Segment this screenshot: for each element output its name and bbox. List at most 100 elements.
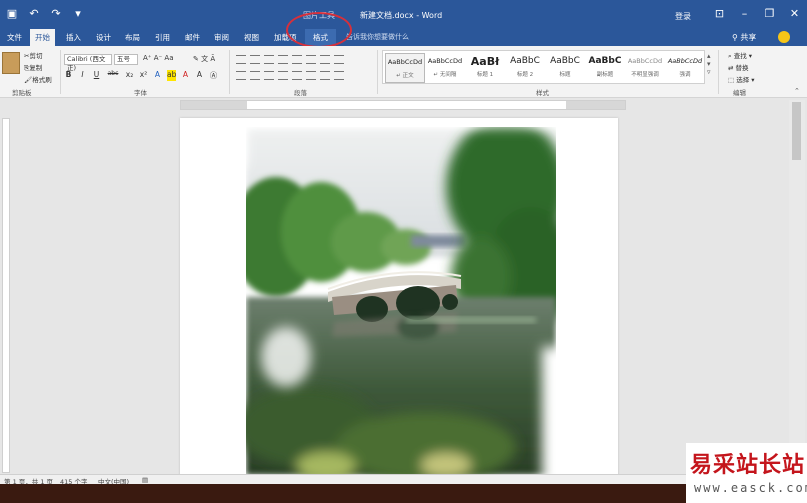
font-color-icon[interactable]: A xyxy=(181,70,190,81)
macro-icon[interactable]: ▤ xyxy=(142,476,148,484)
select-icon: ⬚ xyxy=(728,76,735,84)
decrease-indent-icon[interactable] xyxy=(278,55,288,64)
ruler-margin-left xyxy=(181,101,247,109)
tab-design[interactable]: 设计 xyxy=(91,29,116,46)
group-divider xyxy=(229,50,230,94)
restore-icon[interactable]: ❐ xyxy=(757,4,782,24)
text-effects-icon[interactable]: A xyxy=(153,70,162,81)
bullets-icon[interactable] xyxy=(236,55,246,64)
feedback-smiley-icon[interactable] xyxy=(778,31,790,43)
share-label: 共享 xyxy=(740,33,757,42)
paste-icon[interactable] xyxy=(2,52,20,74)
font-size-select[interactable]: 五号 xyxy=(114,54,138,65)
style-name: 标题 xyxy=(559,72,571,78)
ribbon-display-icon[interactable]: ⊡ xyxy=(707,4,732,24)
vertical-ruler[interactable] xyxy=(2,118,10,473)
cut-button[interactable]: ✂剪切 xyxy=(24,50,42,60)
numbering-icon[interactable] xyxy=(250,55,260,64)
select-button[interactable]: ⬚ 选择 ▾ xyxy=(728,74,755,84)
style-title[interactable]: AaBbC 标题 xyxy=(545,53,585,83)
subscript-button[interactable]: x₂ xyxy=(125,70,134,81)
align-right-icon[interactable] xyxy=(264,71,274,80)
scrollbar-thumb[interactable] xyxy=(792,102,801,160)
style-sample: AaBbC xyxy=(550,56,580,66)
style-sample: AaBbCcDd xyxy=(427,57,463,65)
minimize-icon[interactable]: – xyxy=(732,4,757,24)
align-buttons xyxy=(236,71,344,80)
login-link[interactable]: 登录 xyxy=(675,11,691,22)
vertical-scrollbar[interactable] xyxy=(789,100,805,473)
style-normal[interactable]: AaBbCcDd ↵ 正文 xyxy=(385,53,425,83)
format-painter-button[interactable]: 🖌格式刷 xyxy=(24,74,52,84)
borders-icon[interactable] xyxy=(334,71,344,80)
increase-indent-icon[interactable] xyxy=(292,55,302,64)
shading-icon[interactable] xyxy=(320,71,330,80)
tab-layout[interactable]: 布局 xyxy=(120,29,145,46)
copy-button[interactable]: ⎘复制 xyxy=(24,62,42,73)
replace-button[interactable]: ⇄ 替换 xyxy=(728,62,749,72)
chinese-layout-icon[interactable] xyxy=(306,55,316,64)
tab-home[interactable]: 开始 xyxy=(30,29,55,46)
format-painter-label: 格式刷 xyxy=(32,76,52,84)
grow-font-icon[interactable]: A⁺ A⁻ Aa xyxy=(143,54,174,62)
tab-file[interactable]: 文件 xyxy=(2,29,27,46)
clear-format-icon[interactable]: ✎ 文 Ā xyxy=(193,54,215,64)
tab-mailings[interactable]: 邮件 xyxy=(180,29,205,46)
inserted-picture[interactable] xyxy=(246,127,556,475)
tab-references[interactable]: 引用 xyxy=(150,29,175,46)
style-heading-1[interactable]: AaBł 标题 1 xyxy=(465,53,505,83)
window-controls: ⊡ – ❐ ✕ xyxy=(707,4,807,24)
style-subtle-emphasis[interactable]: AaBbCcDd 不明显强调 xyxy=(625,53,665,83)
clipboard-group-label: 剪贴板 xyxy=(12,89,32,97)
redo-icon[interactable]: ↷ xyxy=(48,7,64,21)
align-center-icon[interactable] xyxy=(250,71,260,80)
copy-label: 复制 xyxy=(29,64,43,72)
save-icon[interactable]: ▣ xyxy=(4,7,20,21)
bold-button[interactable]: B xyxy=(64,70,73,81)
find-label: 查找 xyxy=(733,52,747,60)
italic-button[interactable]: I xyxy=(78,70,87,81)
customize-icon[interactable]: ▾ xyxy=(70,7,86,21)
tell-me-search[interactable]: 告诉我你想要做什么 xyxy=(346,29,409,46)
char-shading-icon[interactable]: A xyxy=(195,70,204,81)
enclose-char-icon[interactable]: Ⓐ xyxy=(209,70,218,81)
watermark-url: www.easck.com xyxy=(694,481,807,495)
style-emphasis[interactable]: AaBbCcDd 强调 xyxy=(665,53,705,83)
style-no-spacing[interactable]: AaBbCcDd ↵ 无间隔 xyxy=(425,53,465,83)
style-sample: AaBbCcDd xyxy=(387,58,423,66)
style-sample: AaBł xyxy=(470,55,500,68)
style-subtitle[interactable]: AaBbC 副标题 xyxy=(585,53,625,83)
undo-icon[interactable]: ↶ xyxy=(26,7,42,21)
font-name-select[interactable]: Calibri (西文正) xyxy=(64,54,112,72)
style-sample: AaBbC xyxy=(510,56,540,66)
line-spacing-icon[interactable] xyxy=(306,71,316,80)
style-sample: AaBbC xyxy=(588,56,622,66)
style-name: ↵ 正文 xyxy=(396,73,414,79)
styles-scroll-icon[interactable]: ▴ ▾ ▿ xyxy=(707,52,711,76)
sort-icon[interactable] xyxy=(320,55,330,64)
tab-insert[interactable]: 插入 xyxy=(61,29,86,46)
style-sample: AaBbCcDd xyxy=(627,57,663,65)
group-divider xyxy=(60,50,61,94)
tab-review[interactable]: 审阅 xyxy=(209,29,234,46)
find-button[interactable]: ⌕ 查找 ▾ xyxy=(728,50,752,61)
style-name: 不明显强调 xyxy=(631,72,659,78)
superscript-button[interactable]: x² xyxy=(139,70,148,81)
select-label: 选择 xyxy=(736,76,750,84)
tab-view[interactable]: 视图 xyxy=(239,29,264,46)
multilevel-list-icon[interactable] xyxy=(264,55,274,64)
underline-button[interactable]: U xyxy=(92,70,101,81)
show-marks-icon[interactable] xyxy=(334,55,344,64)
strikethrough-button[interactable]: abc xyxy=(106,70,120,81)
editing-group-label: 编辑 xyxy=(733,89,746,97)
highlight-icon[interactable]: ab xyxy=(167,70,176,81)
align-left-icon[interactable] xyxy=(236,71,246,80)
close-icon[interactable]: ✕ xyxy=(782,4,807,24)
collapse-ribbon-icon[interactable]: ⌃ xyxy=(794,87,800,95)
share-button[interactable]: ⚲ 共享 xyxy=(732,29,756,46)
font-format-buttons: B I U abc x₂ x² A ab A A Ⓐ xyxy=(64,70,218,81)
distribute-icon[interactable] xyxy=(292,71,302,80)
style-heading-2[interactable]: AaBbC 标题 2 xyxy=(505,53,545,83)
justify-icon[interactable] xyxy=(278,71,288,80)
horizontal-ruler[interactable] xyxy=(180,100,626,110)
